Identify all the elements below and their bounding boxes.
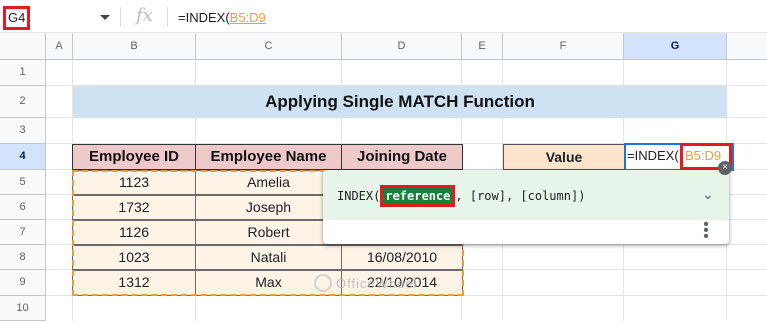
function-name: INDEX( xyxy=(337,189,381,203)
table-cell-id[interactable]: 1123 xyxy=(72,170,196,195)
row-header-9[interactable]: 9 xyxy=(0,270,46,296)
table-cell-date[interactable]: 16/08/2010 xyxy=(341,245,463,270)
row-header-4[interactable]: 4 xyxy=(0,144,46,170)
column-header-f[interactable]: F xyxy=(503,33,624,60)
column-header-b[interactable]: B xyxy=(73,33,196,60)
table-cell-name[interactable]: Amelia xyxy=(195,170,342,195)
column-header-d[interactable]: D xyxy=(342,33,462,60)
row-header-5[interactable]: 5 xyxy=(0,170,46,195)
table-cell-id[interactable]: 1126 xyxy=(72,220,196,245)
watermark-text: OfficeWheel xyxy=(336,276,418,291)
formula-input[interactable]: =INDEX(B5:D9 xyxy=(178,10,266,25)
header-joining-date[interactable]: Joining Date xyxy=(341,144,463,170)
table-cell-id[interactable]: 1312 xyxy=(72,270,196,296)
formula-bar-divider xyxy=(120,7,121,27)
table-cell-id[interactable]: 1732 xyxy=(72,195,196,220)
close-icon[interactable]: × xyxy=(718,161,732,175)
active-cell-range-ref: B5:D9 xyxy=(685,148,722,163)
column-header-a[interactable]: A xyxy=(46,33,73,60)
current-argument: reference xyxy=(380,185,456,207)
active-cell-formula: =INDEX( xyxy=(627,148,679,163)
function-help-popup: INDEX(reference, [row], [column]) ⌄ • • • xyxy=(323,170,729,244)
row-header-7[interactable]: 7 xyxy=(0,220,46,245)
sheet-title[interactable]: Applying Single MATCH Function xyxy=(73,86,727,118)
row-header-8[interactable]: 8 xyxy=(0,245,46,270)
function-signature: INDEX(reference, [row], [column]) xyxy=(337,185,586,207)
row-header-6[interactable]: 6 xyxy=(0,195,46,220)
table-cell-name[interactable]: Robert xyxy=(195,220,342,245)
formula-bar: G4 fx =INDEX(B5:D9 xyxy=(0,0,767,33)
watermark-logo xyxy=(314,274,332,292)
formula-bar-divider xyxy=(167,7,168,27)
function-signature-bar[interactable]: INDEX(reference, [row], [column]) ⌄ xyxy=(323,170,729,220)
more-vert-icon[interactable]: • • • xyxy=(703,217,709,245)
table-cell-id[interactable]: 1023 xyxy=(72,245,196,270)
row-header-3[interactable]: 3 xyxy=(0,118,46,144)
value-label[interactable]: Value xyxy=(503,144,625,170)
select-all-corner[interactable] xyxy=(0,33,46,60)
table-cell-name[interactable]: Natali xyxy=(195,245,342,270)
column-header-e[interactable]: E xyxy=(462,33,503,60)
chevron-down-icon[interactable]: ⌄ xyxy=(702,186,714,203)
column-header-c[interactable]: C xyxy=(196,33,342,60)
formula-text: =INDEX( xyxy=(178,10,230,25)
fx-icon: fx xyxy=(136,5,153,26)
header-employee-id[interactable]: Employee ID xyxy=(72,144,196,170)
name-box-dropdown-icon[interactable] xyxy=(100,15,110,20)
name-box[interactable]: G4 xyxy=(3,6,30,30)
formula-range-ref: B5:D9 xyxy=(229,10,266,25)
remaining-arguments: , [row], [column]) xyxy=(455,189,586,203)
row-header-1[interactable]: 1 xyxy=(0,60,46,86)
row-header-2[interactable]: 2 xyxy=(0,86,46,118)
row-header-10[interactable]: 10 xyxy=(0,296,46,321)
column-header-next[interactable] xyxy=(727,33,767,60)
column-header-g[interactable]: G xyxy=(624,33,727,60)
table-cell-name[interactable]: Joseph xyxy=(195,195,342,220)
header-employee-name[interactable]: Employee Name xyxy=(195,144,342,170)
